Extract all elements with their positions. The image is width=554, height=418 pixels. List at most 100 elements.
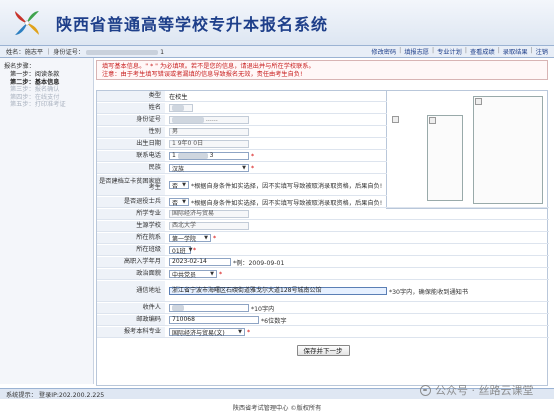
label-ethnicity: 民族 — [97, 163, 165, 173]
political-select[interactable]: 中共党员 ▼ — [169, 270, 217, 279]
nav-admission-result[interactable]: 录取结果 — [503, 47, 528, 56]
name-label: 姓名： — [6, 49, 25, 56]
label-class: 所在班级 — [97, 245, 165, 255]
row-veteran: 是否退役士兵 否 ▼ *根据自身条件如实选择，因不实填写导致被取消录取资格，后果自负… — [97, 197, 549, 208]
label-name: 姓名 — [97, 103, 165, 113]
label-school: 生源学校 — [97, 221, 165, 231]
row-id: 身份证号 …… — [97, 115, 387, 126]
main-content: 填写基本信息。" * " 为必填项。若不是您的信息，请退出并与所在学校联系。 注… — [96, 60, 549, 386]
recipient-field[interactable] — [169, 304, 249, 312]
user-info: 姓名：施志平 ｜ 身份证号： 1 — [6, 47, 371, 56]
row-name: 姓名 — [97, 103, 387, 114]
address-hint: *30字内，确保能收到通知书 — [389, 288, 469, 296]
label-target-major: 报考本科专业 — [97, 327, 165, 337]
user-info-bar: 姓名：施志平 ｜ 身份证号： 1 修改密码 | 填报志愿 | 专业计划 | 查看成绩 |… — [0, 46, 554, 58]
row-department: 所在院系 第一学院 ▼ * — [97, 233, 549, 244]
top-nav: 修改密码 | 填报志愿 | 专业计划 | 查看成绩 | 录取结果 | 注销 — [371, 47, 548, 56]
page-header: 陕西省普通高等学校专升本报名系统 — [0, 0, 554, 46]
chevron-down-icon: ▼ — [188, 247, 193, 253]
step-5: 第五步：打印准考证 — [10, 101, 66, 108]
label-department: 所在院系 — [97, 233, 165, 243]
id-number-masked — [86, 49, 159, 55]
label-postcode: 邮政编码 — [97, 315, 165, 325]
label-political: 政治面貌 — [97, 269, 165, 279]
watermark: 公众号 · 丝路云课堂 — [420, 382, 534, 398]
postcode-field[interactable]: 710068 — [169, 316, 259, 324]
value-type: 在校生 — [169, 93, 188, 101]
row-birthdate: 出生日期 1 9年0 0日 — [97, 139, 387, 150]
chevron-down-icon: ▼ — [182, 199, 186, 205]
notice-box: 填写基本信息。" * " 为必填项。若不是您的信息，请退出并与所在学校联系。 注… — [96, 60, 548, 80]
logo-icon — [15, 11, 39, 35]
row-address: 通信地址 浙江省宁波市海曙区石碶街道雅戈尔大道128号城南公馆 *30字内，确保能… — [97, 281, 549, 302]
label-id: 身份证号 — [97, 115, 165, 125]
reference-photo — [473, 96, 543, 204]
steps-heading: 报名步骤： — [4, 63, 35, 70]
postcode-hint: *6位数字 — [261, 317, 287, 325]
row-gender: 性别 男 — [97, 127, 387, 138]
gender-field: 男 — [169, 128, 249, 136]
row-target-major: 报考本科专业 国际经济与贸易(文) ▼ * — [97, 327, 549, 338]
label-enroll-date: 高职入学年月 — [97, 257, 165, 267]
row-poverty: 是否建档立卡贫困家庭考生 否 ▼ *根据自身条件如实选择，因不实填写导致被取消录取资… — [97, 175, 387, 196]
row-ethnicity: 民族 汉族 ▼ * — [97, 163, 387, 174]
class-select[interactable]: 01班 ▼ — [169, 246, 193, 255]
chevron-down-icon: ▼ — [238, 329, 242, 335]
phone-field[interactable]: 1 3 — [169, 152, 249, 160]
row-school: 生源学校 西北大学 — [97, 221, 549, 232]
id-tail: 1 — [160, 49, 165, 56]
row-phone: 联系电话 1 3 * — [97, 151, 387, 162]
nav-fill-preferences[interactable]: 填报志愿 — [404, 47, 429, 56]
label-major: 所学专业 — [97, 209, 165, 219]
user-name: 施志平 — [24, 49, 44, 56]
phone-prefix: 1 — [172, 152, 176, 159]
department-select[interactable]: 第一学院 ▼ — [169, 234, 211, 243]
veteran-select[interactable]: 否 ▼ — [169, 198, 189, 207]
basic-info-form: 类型 在校生 姓名 身份证号 …… 性别 男 出生日期 1 9年0 0日 联系电… — [96, 90, 549, 386]
row-recipient: 收件人 *10字内 — [97, 303, 549, 314]
school-field: 西北大学 — [169, 222, 249, 230]
nav-view-scores[interactable]: 查看成绩 — [470, 47, 495, 56]
chevron-down-icon: ▼ — [182, 182, 186, 188]
step-1[interactable]: 第一步：阅读条款 — [4, 71, 89, 79]
political-value: 中共党员 — [172, 271, 197, 279]
submit-row: 保存并下一步 — [97, 341, 549, 359]
row-type: 类型 在校生 — [97, 91, 387, 102]
department-value: 第一学院 — [172, 235, 197, 243]
phone-suffix: 3 — [209, 152, 214, 159]
label-phone: 联系电话 — [97, 151, 165, 161]
id-number-field: …… — [169, 116, 249, 124]
nav-logout[interactable]: 注销 — [536, 47, 548, 56]
save-next-button[interactable]: 保存并下一步 — [296, 344, 350, 356]
notice-line-2: 注意：由于考生填写错误或者漏填的信息导致报名无效，责任由考生自负! — [102, 70, 303, 78]
birthdate-field: 1 9年0 0日 — [169, 140, 249, 148]
wechat-icon — [420, 384, 431, 396]
watermark-text: 公众号 · 丝路云课堂 — [435, 384, 534, 397]
address-field[interactable]: 浙江省宁波市海曙区石碶街道雅戈尔大道128号城南公馆 — [169, 287, 387, 295]
ethnicity-value: 汉族 — [172, 165, 185, 173]
label-veteran: 是否退役士兵 — [97, 197, 165, 207]
chevron-down-icon: ▼ — [210, 271, 214, 277]
id-label: ｜ 身份证号： — [45, 49, 85, 56]
step-2[interactable]: 第二步：基本信息 — [4, 79, 89, 87]
photo-thumb-1 — [391, 115, 419, 123]
recipient-hint: *10字内 — [251, 305, 275, 313]
label-poverty: 是否建档立卡贫困家庭考生 — [97, 175, 165, 195]
row-enroll-date: 高职入学年月 2023-02-14 *例：2009-09-01 — [97, 257, 549, 268]
poverty-select[interactable]: 否 ▼ — [169, 181, 189, 190]
copyright: 陕西省考试管理中心 ©版权所有 — [232, 405, 322, 412]
steps-sidebar: 报名步骤： 第一步：阅读条款 第二步：基本信息 第三步：报名确认 第四步：在线支… — [0, 58, 94, 384]
enroll-date-field[interactable]: 2023-02-14 — [169, 258, 231, 266]
target-major-value: 国际经济与贸易(文) — [172, 329, 225, 337]
chevron-down-icon: ▼ — [204, 235, 208, 241]
label-recipient: 收件人 — [97, 303, 165, 313]
ethnicity-select[interactable]: 汉族 ▼ — [169, 164, 249, 173]
target-major-select[interactable]: 国际经济与贸易(文) ▼ — [169, 328, 245, 337]
poverty-value: 否 — [172, 182, 179, 190]
nav-major-plan[interactable]: 专业计划 — [437, 47, 462, 56]
nav-change-password[interactable]: 修改密码 — [371, 47, 396, 56]
chevron-down-icon: ▼ — [242, 165, 246, 171]
notice-line-1: 填写基本信息。" * " 为必填项。若不是您的信息，请退出并与所在学校联系。 — [102, 63, 315, 70]
label-birthdate: 出生日期 — [97, 139, 165, 149]
site-title: 陕西省普通高等学校专升本报名系统 — [56, 15, 329, 34]
